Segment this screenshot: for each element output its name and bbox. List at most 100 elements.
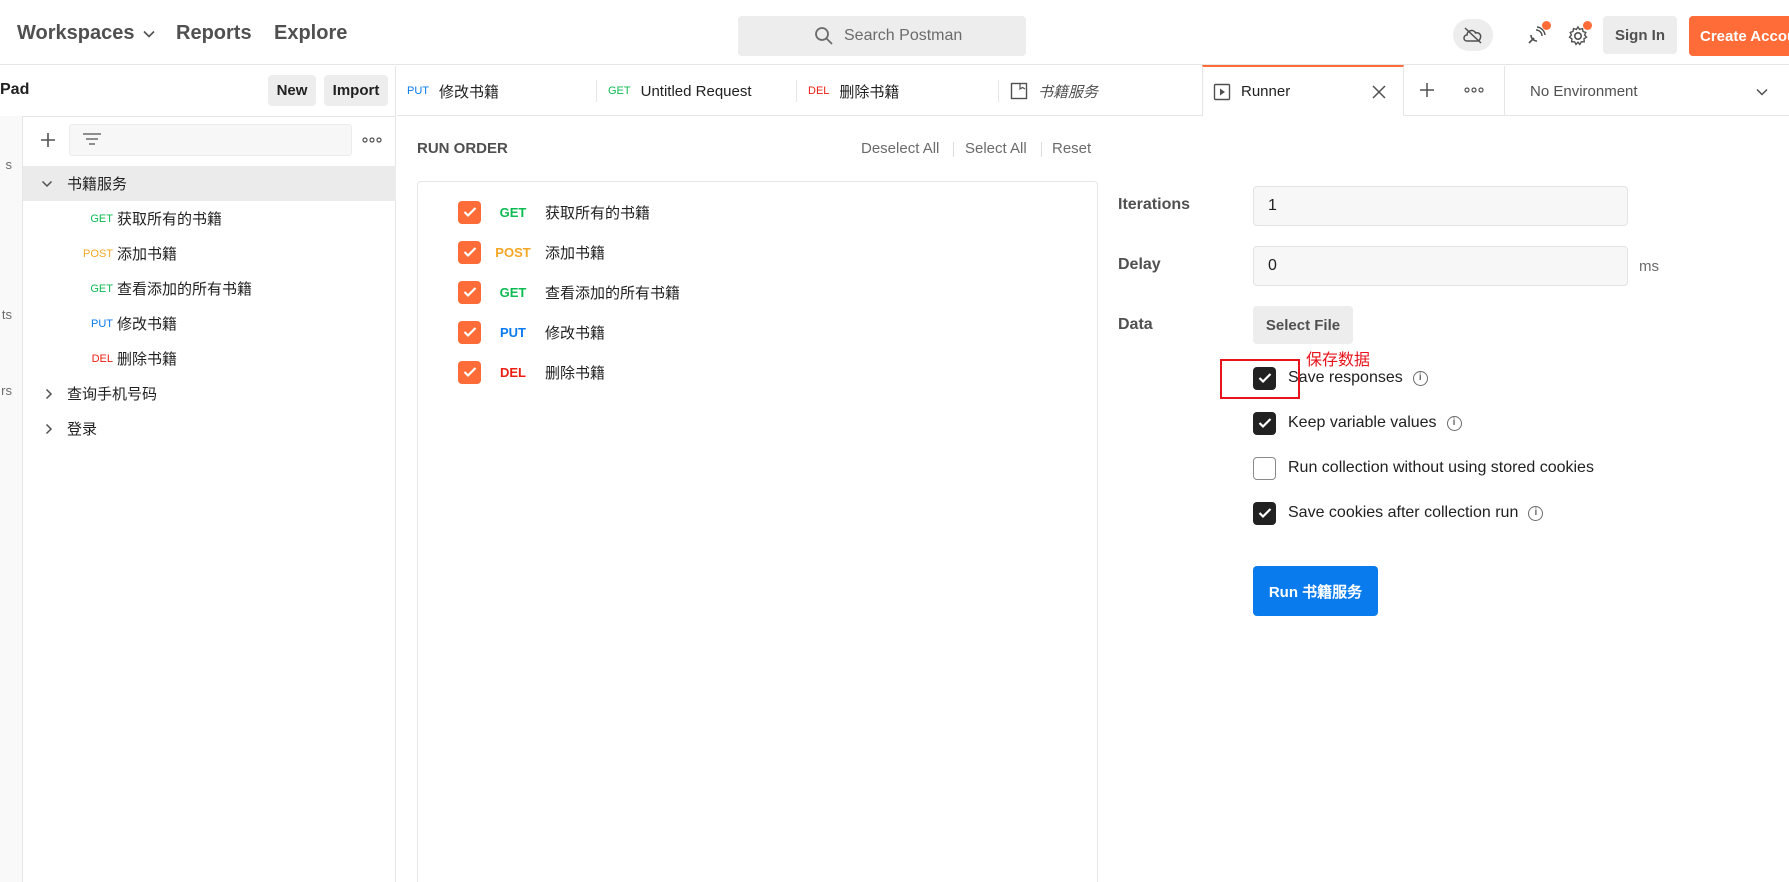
run-item-checkbox[interactable] — [458, 320, 481, 344]
select-all-button[interactable]: Select All — [965, 140, 1027, 157]
tab-label: 删除书籍 — [839, 83, 900, 101]
capture-requests-button[interactable] — [1520, 20, 1552, 52]
tree-item-get-all-books[interactable]: GET 获取所有的书籍 — [23, 201, 396, 236]
reset-button[interactable]: Reset — [1052, 140, 1091, 157]
method-badge: GET — [90, 212, 113, 225]
run-collection-button[interactable]: Run 书籍服务 — [1253, 566, 1378, 616]
tab-collection-books-service[interactable]: 书籍服务 — [999, 66, 1199, 116]
tab-del-delete-book[interactable]: DEL 删除书籍 — [797, 66, 999, 116]
chevron-right-icon — [45, 388, 53, 399]
tree-folder-books-service[interactable]: 书籍服务 — [23, 166, 396, 201]
rail-label-monitors[interactable]: rs — [1, 383, 12, 398]
workspaces-menu[interactable]: Workspaces — [17, 22, 156, 45]
tab-put-update-book[interactable]: PUT 修改书籍 — [397, 66, 597, 116]
keep-variable-values-checkbox[interactable] — [1253, 411, 1276, 435]
reports-link[interactable]: Reports — [176, 22, 252, 45]
option-label: Save responses — [1288, 369, 1403, 386]
run-order-list: GET 获取所有的书籍 POST 添加书籍 GET 查看添加的所有书籍 PUT … — [417, 181, 1098, 882]
option-label: Run collection without using stored cook… — [1288, 459, 1594, 476]
method-badge: GET — [499, 284, 527, 300]
run-item-add-book[interactable]: POST 添加书籍 — [458, 238, 605, 266]
method-badge: PUT — [91, 317, 113, 330]
environment-selector[interactable]: No Environment — [1504, 66, 1789, 116]
tab-label: 书籍服务 — [1038, 83, 1099, 101]
tree-folder-phone-query[interactable]: 查询手机号码 — [23, 376, 396, 411]
rail-label-environments[interactable]: ts — [2, 307, 12, 322]
sidebar: Pad New Import s ts rs 书籍服务 GET 获取所有的书籍 … — [0, 66, 396, 882]
tab-label: Runner — [1241, 83, 1291, 100]
explore-link[interactable]: Explore — [274, 22, 347, 45]
option-label: Keep variable values — [1288, 414, 1437, 431]
check-icon — [463, 327, 476, 338]
runner-icon — [1213, 83, 1231, 100]
divider — [0, 116, 396, 117]
chevron-right-icon — [45, 423, 53, 434]
plus-icon[interactable] — [1417, 80, 1437, 100]
check-icon — [463, 367, 476, 378]
top-bar: Workspaces Reports Explore Search Postma… — [0, 0, 1789, 65]
run-item-delete-book[interactable]: DEL 删除书籍 — [458, 358, 605, 386]
filter-input[interactable] — [69, 124, 352, 156]
tab-label: 修改书籍 — [439, 83, 500, 101]
tree-item-label: 删除书籍 — [117, 351, 178, 368]
info-icon[interactable]: i — [1412, 370, 1428, 386]
option-run-without-cookies[interactable]: Run collection without using stored cook… — [1253, 456, 1594, 480]
tree-folder-login[interactable]: 登录 — [23, 411, 396, 446]
run-item-checkbox[interactable] — [458, 240, 481, 264]
sync-status-button[interactable] — [1453, 19, 1493, 51]
info-icon[interactable]: i — [1446, 415, 1462, 431]
search-placeholder: Search Postman — [844, 27, 963, 44]
run-item-view-added-books[interactable]: GET 查看添加的所有书籍 — [458, 278, 680, 306]
run-item-get-all-books[interactable]: GET 获取所有的书籍 — [458, 198, 650, 226]
run-item-checkbox[interactable] — [458, 200, 481, 224]
run-item-label: 删除书籍 — [545, 364, 606, 382]
import-button[interactable]: Import — [324, 75, 388, 106]
run-item-update-book[interactable]: PUT 修改书籍 — [458, 318, 605, 346]
cloud-off-icon — [1463, 27, 1482, 44]
select-file-button[interactable]: Select File — [1253, 306, 1353, 344]
tab-runner[interactable]: Runner — [1202, 65, 1404, 116]
plus-icon[interactable] — [38, 130, 58, 150]
sign-in-button[interactable]: Sign In — [1603, 16, 1677, 54]
tree-item-add-book[interactable]: POST 添加书籍 — [23, 236, 396, 271]
rail-label-collections[interactable]: s — [6, 157, 13, 172]
method-badge: GET — [90, 282, 113, 295]
tab-label: Untitled Request — [640, 82, 752, 100]
option-keep-variable-values[interactable]: Keep variable values i — [1253, 411, 1462, 435]
more-options-icon[interactable] — [362, 137, 382, 143]
tree-item-view-added-books[interactable]: GET 查看添加的所有书籍 — [23, 271, 396, 306]
deselect-all-button[interactable]: Deselect All — [861, 140, 939, 157]
tree-folder-label: 登录 — [67, 421, 98, 438]
method-badge: POST — [495, 244, 531, 260]
iterations-input[interactable]: 1 — [1253, 186, 1628, 226]
run-order-title: RUN ORDER — [417, 140, 508, 157]
new-button[interactable]: New — [268, 75, 316, 106]
tab-get-untitled-request[interactable]: GET Untitled Request — [597, 66, 797, 116]
run-item-label: 添加书籍 — [545, 244, 606, 262]
iterations-label: Iterations — [1118, 196, 1191, 213]
check-icon — [463, 247, 476, 258]
run-item-label: 获取所有的书籍 — [545, 204, 651, 222]
chevron-down-icon — [143, 30, 156, 38]
search-bar[interactable]: Search Postman — [738, 16, 1026, 56]
divider — [953, 142, 954, 157]
option-label: Save cookies after collection run — [1288, 504, 1519, 521]
run-without-cookies-checkbox[interactable] — [1253, 456, 1276, 480]
run-item-checkbox[interactable] — [458, 360, 481, 384]
check-icon — [1258, 508, 1271, 519]
more-options-icon[interactable] — [1464, 87, 1484, 93]
option-save-cookies[interactable]: Save cookies after collection run i — [1253, 501, 1544, 525]
save-cookies-checkbox[interactable] — [1253, 501, 1276, 525]
tree-item-update-book[interactable]: PUT 修改书籍 — [23, 306, 396, 341]
info-icon[interactable]: i — [1528, 505, 1544, 521]
method-badge: POST — [83, 247, 113, 260]
notification-dot — [1542, 21, 1551, 30]
tree-folder-label: 书籍服务 — [67, 176, 128, 193]
tree-item-delete-book[interactable]: DEL 删除书籍 — [23, 341, 396, 376]
settings-button[interactable] — [1562, 20, 1594, 52]
delay-input[interactable]: 0 — [1253, 246, 1628, 286]
close-icon[interactable] — [1371, 84, 1387, 100]
create-account-button[interactable]: Create Account — [1689, 16, 1789, 56]
method-badge: GET — [608, 85, 631, 97]
run-item-checkbox[interactable] — [458, 280, 481, 304]
